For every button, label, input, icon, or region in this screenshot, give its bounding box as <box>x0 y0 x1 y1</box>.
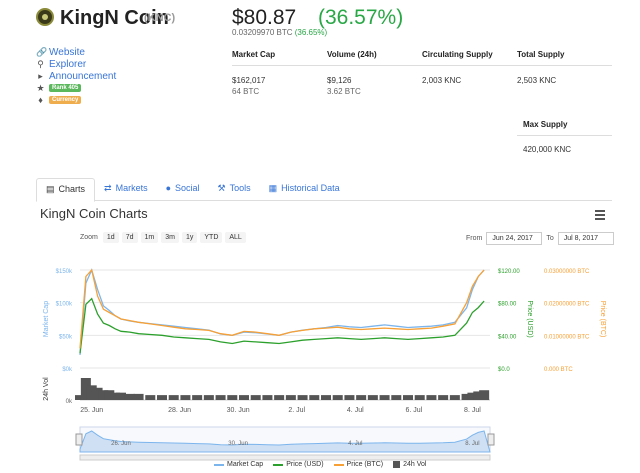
volume-bar <box>391 395 402 400</box>
volume-bar <box>297 395 308 400</box>
navigator-scrollbar <box>79 454 491 461</box>
x-axis-tick: 28. Jun <box>168 407 191 414</box>
volume-bar <box>367 395 378 400</box>
volume-bar <box>215 395 226 400</box>
usd-axis-tick: $40.00 <box>498 334 517 340</box>
price-chart: $0k $50k $100k $150k Market Cap $0.0 $40.00 $80… <box>43 268 606 461</box>
btc-axis-tick: 0.02000000 BTC <box>544 302 590 308</box>
legend-price-btc[interactable]: Price (BTC) <box>333 461 384 468</box>
navigator-tick: 8. Jul <box>465 441 479 447</box>
navigator-tick: 4. Jul <box>348 441 362 447</box>
volume-bar <box>250 395 261 400</box>
legend-swatch <box>214 463 224 466</box>
chart-legend: Market Cap Price (USD) Price (BTC) 24h V… <box>214 461 426 468</box>
legend-market-cap[interactable]: Market Cap <box>214 461 263 468</box>
left-axis-tick: $50k <box>59 334 73 340</box>
x-axis-tick: 30. Jun <box>227 407 250 414</box>
volume-bar <box>145 395 156 400</box>
volume-bar <box>116 392 126 400</box>
x-axis-tick: 8. Jul <box>464 407 481 414</box>
usd-axis-tick: $120.00 <box>498 269 520 275</box>
btc-axis-tick: 0.03000000 BTC <box>544 269 590 275</box>
volume-bar <box>192 395 203 400</box>
volume-bar <box>157 395 167 400</box>
legend-label: Market Cap <box>227 461 264 468</box>
legend-label: Price (USD) <box>286 461 324 468</box>
volume-bar <box>321 395 331 400</box>
volume-axis-tick: 0k <box>66 399 73 405</box>
volume-bar <box>426 395 437 400</box>
legend-label: Price (BTC) <box>346 461 384 468</box>
left-axis-tick: $0k <box>62 367 73 373</box>
volume-bar <box>438 395 449 400</box>
series-line-market-cap <box>79 268 485 355</box>
legend-swatch <box>393 461 401 468</box>
volume-axis-label: 24h Vol <box>43 377 50 401</box>
navigator-tick: 30. Jun <box>228 441 248 447</box>
x-axis-tick: 2. Jul <box>288 407 305 414</box>
volume-bar <box>449 395 460 400</box>
volume-bar <box>274 395 285 400</box>
usd-axis-tick: $0.0 <box>498 367 510 373</box>
volume-bar <box>479 390 490 400</box>
x-axis-tick: 6. Jul <box>405 407 422 414</box>
legend-volume[interactable]: 24h Vol <box>393 461 426 468</box>
btc-axis-tick: 0.000 BTC <box>544 367 573 373</box>
left-axis-label: Market Cap <box>43 301 50 337</box>
volume-bar <box>168 395 179 400</box>
volume-bar <box>285 395 296 400</box>
navigator-right-handle <box>487 433 495 446</box>
left-axis-tick: $150k <box>56 269 73 275</box>
usd-axis-tick: $80.00 <box>498 302 517 308</box>
navigator-tick: 26. Jun <box>111 441 131 447</box>
volume-bar <box>332 395 343 400</box>
volume-bar <box>124 393 135 400</box>
volume-bar <box>344 395 355 400</box>
volume-bar <box>239 395 249 400</box>
volume-bar <box>309 395 320 400</box>
series-line-price-usd- <box>79 297 485 354</box>
volume-bar <box>227 395 238 400</box>
volume-bar <box>180 395 191 400</box>
usd-axis-label: Price (USD) <box>526 300 533 337</box>
legend-label: 24h Vol <box>403 461 427 468</box>
x-axis-tick: 4. Jul <box>347 407 364 414</box>
series-line-price-btc- <box>79 268 485 349</box>
legend-swatch <box>273 463 284 466</box>
volume-bar <box>403 395 413 400</box>
volume-bar <box>356 395 367 400</box>
navigator-left-handle <box>75 433 83 446</box>
x-axis-tick: 25. Jun <box>80 407 103 414</box>
volume-bar <box>133 393 144 400</box>
btc-axis-label: Price (BTC) <box>599 301 606 338</box>
volume-bar <box>414 395 425 400</box>
left-axis-tick: $100k <box>56 302 73 308</box>
volume-bar <box>379 395 390 400</box>
btc-axis-tick: 0.01000000 BTC <box>544 334 590 340</box>
legend-swatch <box>333 463 344 466</box>
legend-price-usd[interactable]: Price (USD) <box>273 461 324 468</box>
volume-bar <box>262 395 273 400</box>
volume-bar <box>203 395 214 400</box>
